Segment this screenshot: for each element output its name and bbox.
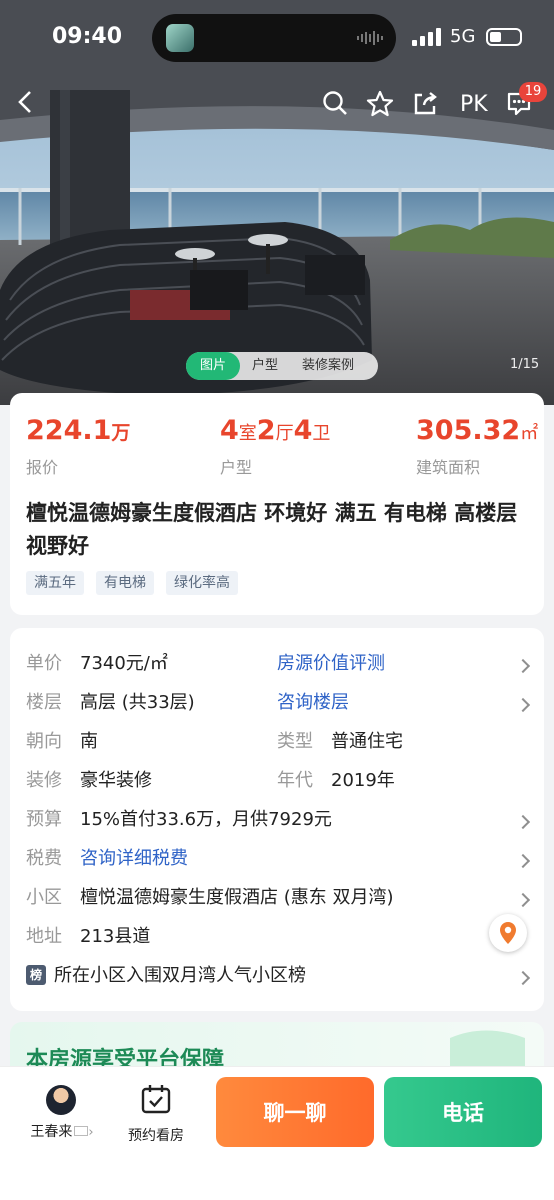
type-key: 类型 xyxy=(277,731,313,752)
halls-unit: 厅 xyxy=(275,423,294,444)
unit-price-key: 单价 xyxy=(26,653,62,674)
photo-category-tabs: 图片 户型 装修案例 xyxy=(186,352,379,380)
area-unit: ㎡ xyxy=(520,423,539,444)
baths-count: 4 xyxy=(293,415,313,446)
address-key: 地址 xyxy=(26,926,62,947)
decoration-year-row: 装修 豪华装修 年代 2019年 xyxy=(26,767,526,795)
layout-label: 户型 xyxy=(220,458,253,477)
photo-counter: 1/15 xyxy=(510,357,540,372)
chevron-right-icon[interactable] xyxy=(515,814,531,830)
orientation-key: 朝向 xyxy=(26,731,62,752)
area-stat: 305.32㎡ 建筑面积 xyxy=(416,415,538,478)
calendar-check-icon xyxy=(141,1085,171,1114)
price-label: 报价 xyxy=(26,458,59,477)
orientation-type-row: 朝向南 类型 普通住宅 xyxy=(26,728,526,756)
signal-icon xyxy=(412,28,441,46)
status-bar: 09:40 5G xyxy=(0,0,554,76)
book-viewing-label: 预约看房 xyxy=(128,1128,184,1144)
unit-price-row: 单价 7340元/㎡ 房源价值评测 xyxy=(26,650,526,678)
price-stat: 224.1万 报价 xyxy=(26,415,130,478)
address-row: 地址 213县道 xyxy=(26,923,150,951)
agent-profile[interactable]: 王春来 › xyxy=(20,1085,104,1141)
chat-button[interactable]: 聊一聊 xyxy=(216,1077,374,1147)
value-assessment-link[interactable]: 房源价值评测 xyxy=(277,650,385,678)
ranking-text: 所在小区入围双月湾人气小区榜 xyxy=(54,965,306,986)
layout-stat: 4室2厅4卫 户型 xyxy=(220,415,330,478)
floor-value: 高层 (共33层) xyxy=(80,692,195,713)
budget-value: 15%首付33.6万，月供7929元 xyxy=(80,809,332,830)
budget-row[interactable]: 预算 15%首付33.6万，月供7929元 xyxy=(26,806,332,834)
location-pin-icon xyxy=(500,922,516,944)
address-value: 213县道 xyxy=(80,926,151,947)
tax-row[interactable]: 税费 咨询详细税费 xyxy=(26,845,188,873)
share-icon[interactable] xyxy=(412,90,444,122)
unit-price-value: 7340元/㎡ xyxy=(80,653,168,674)
agent-avatar xyxy=(46,1085,76,1115)
chevron-right-icon[interactable] xyxy=(515,853,531,869)
tag-item: 绿化率高 xyxy=(166,571,238,595)
orientation-value: 南 xyxy=(80,731,98,752)
listing-photo[interactable]: 09:40 5G PK 19 图片 户型 装修案例 1/15 xyxy=(0,0,554,405)
message-count-badge: 19 xyxy=(519,82,547,102)
decoration-key: 装修 xyxy=(26,770,62,791)
ranking-row[interactable]: 榜所在小区入围双月湾人气小区榜 xyxy=(26,962,306,990)
community-value: 檀悦温德姆豪生度假酒店 (惠东 双月湾) xyxy=(80,887,394,908)
tax-consult-link[interactable]: 咨询详细税费 xyxy=(80,848,188,869)
decoration-value: 豪华装修 xyxy=(80,770,152,791)
tax-key: 税费 xyxy=(26,848,62,869)
pk-compare-button[interactable]: PK xyxy=(460,92,488,117)
map-location-button[interactable] xyxy=(489,914,527,952)
status-time: 09:40 xyxy=(52,24,123,49)
details-card: 单价 7340元/㎡ 房源价值评测 楼层 高层 (共33层) 咨询楼层 朝向南 类型… xyxy=(10,628,544,1011)
floor-row: 楼层 高层 (共33层) 咨询楼层 xyxy=(26,689,526,717)
top-navigation: PK 19 xyxy=(0,82,554,128)
agent-name: 王春来 xyxy=(30,1124,73,1140)
battery-icon xyxy=(486,28,522,46)
tag-item: 满五年 xyxy=(26,571,84,595)
ask-floor-link[interactable]: 咨询楼层 xyxy=(277,689,349,717)
now-playing-thumbnail xyxy=(166,24,194,52)
chevron-right-icon[interactable] xyxy=(515,892,531,908)
type-field: 类型 普通住宅 xyxy=(277,728,403,756)
price-unit: 万 xyxy=(111,422,131,444)
area-value: 305.32 xyxy=(416,415,521,446)
community-key: 小区 xyxy=(26,887,62,908)
tag-item: 有电梯 xyxy=(96,571,154,595)
back-icon[interactable] xyxy=(16,90,48,122)
type-value: 普通住宅 xyxy=(331,731,403,752)
year-value: 2019年 xyxy=(331,770,395,791)
budget-key: 预算 xyxy=(26,809,62,830)
network-type: 5G xyxy=(450,26,476,47)
area-label: 建筑面积 xyxy=(416,458,481,477)
dynamic-island xyxy=(152,14,396,62)
community-row[interactable]: 小区 檀悦温德姆豪生度假酒店 (惠东 双月湾) xyxy=(26,884,394,912)
year-field: 年代 2019年 xyxy=(277,767,395,795)
summary-card: 224.1万 报价 4室2厅4卫 户型 305.32㎡ 建筑面积 檀悦温德姆豪生… xyxy=(10,393,544,615)
year-key: 年代 xyxy=(277,770,313,791)
chevron-right-icon[interactable] xyxy=(515,970,531,986)
rooms-unit: 室 xyxy=(238,423,257,444)
rooms-count: 4 xyxy=(220,415,239,446)
bottom-action-bar: 王春来 › 预约看房 聊一聊 电话 xyxy=(0,1066,554,1200)
tab-photos[interactable]: 图片 xyxy=(186,352,241,380)
tab-floorplan[interactable]: 户型 xyxy=(240,352,290,380)
audio-wave-icon xyxy=(357,31,383,45)
call-button[interactable]: 电话 xyxy=(384,1077,542,1147)
chevron-right-icon: › xyxy=(88,1125,94,1140)
book-viewing-button[interactable]: 预约看房 xyxy=(124,1083,188,1145)
tab-decoration-cases[interactable]: 装修案例 xyxy=(290,352,366,380)
halls-count: 2 xyxy=(256,415,276,446)
favorite-star-icon[interactable] xyxy=(366,90,398,122)
price-value: 224.1 xyxy=(26,415,112,446)
listing-title: 檀悦温德姆豪生度假酒店 环境好 满五 有电梯 高楼层视野好 xyxy=(26,501,518,558)
ranking-icon: 榜 xyxy=(26,965,46,985)
baths-unit: 卫 xyxy=(312,423,331,444)
certificate-icon xyxy=(74,1126,89,1136)
floor-key: 楼层 xyxy=(26,692,62,713)
search-icon[interactable] xyxy=(322,90,354,122)
